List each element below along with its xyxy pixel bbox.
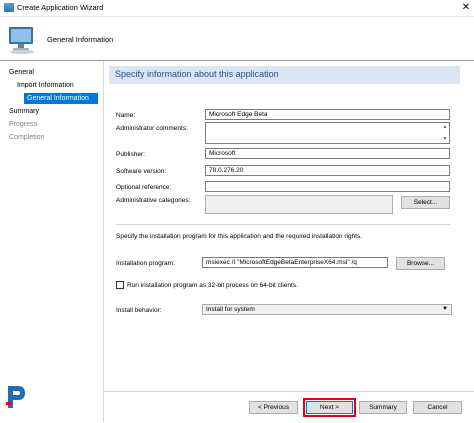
- run-32bit-label: Run installation program as 32-bit proce…: [127, 282, 298, 289]
- close-icon[interactable]: ✕: [460, 1, 472, 14]
- admin-comments-field[interactable]: [205, 122, 450, 144]
- header-subtitle: General Information: [47, 35, 114, 44]
- computer-wizard-icon: [9, 27, 34, 54]
- publisher-field[interactable]: Microsoft: [205, 148, 450, 159]
- section-divider: [116, 224, 450, 225]
- install-instructions-text: Specify the installation program for thi…: [116, 233, 363, 240]
- publisher-label: Publisher:: [116, 151, 145, 158]
- step-import-information[interactable]: Import Information: [17, 80, 74, 91]
- page-heading: Specify information about this applicati…: [115, 69, 279, 79]
- select-categories-button[interactable]: Select...: [401, 196, 450, 209]
- install-behavior-select[interactable]: Install for system ▼: [202, 304, 452, 315]
- admin-categories-field[interactable]: [205, 195, 393, 214]
- step-progress: Progress: [9, 121, 38, 128]
- scroll-up-icon[interactable]: ▲: [441, 123, 449, 131]
- wizard-header: General Information: [0, 17, 474, 61]
- step-general[interactable]: General: [9, 67, 34, 78]
- name-label: Name:: [116, 112, 136, 119]
- main-content: Specify information about this applicati…: [104, 61, 460, 391]
- page-banner: Specify information about this applicati…: [109, 66, 460, 84]
- optional-reference-field[interactable]: [205, 181, 450, 192]
- install-behavior-value: Install for system: [206, 306, 255, 313]
- window-title: Create Application Wizard: [17, 3, 104, 12]
- admin-comments-label: Administrator comments:: [116, 125, 188, 132]
- summary-button[interactable]: Summary: [359, 401, 407, 414]
- optional-reference-label: Optional reference:: [116, 184, 172, 191]
- step-general-information[interactable]: General Information: [24, 93, 98, 104]
- browse-button[interactable]: Browse...: [396, 257, 445, 270]
- title-bar: Create Application Wizard ✕: [0, 0, 474, 17]
- admin-categories-label: Administrative categories:: [116, 197, 191, 204]
- wizard-steps-sidebar: General Import Information General Infor…: [0, 61, 104, 422]
- installation-program-field[interactable]: msiexec /I "MicrosoftEdgeBetaEnterpriseX…: [202, 257, 388, 268]
- step-completion: Completion: [9, 134, 45, 141]
- brand-logo-icon: [6, 386, 25, 408]
- app-window-icon: [4, 3, 14, 12]
- software-version-field[interactable]: 78.0.276.20: [205, 165, 450, 176]
- cancel-button[interactable]: Cancel: [413, 401, 462, 414]
- installation-program-label: Installation program:: [116, 260, 175, 267]
- chevron-down-icon: ▼: [442, 306, 448, 312]
- software-version-label: Software version:: [116, 168, 167, 175]
- previous-button[interactable]: < Previous: [249, 401, 298, 414]
- scroll-down-icon[interactable]: ▼: [441, 135, 449, 143]
- name-field[interactable]: Microsoft Edge Beta: [205, 109, 450, 120]
- wizard-footer: < Previous Next > Summary Cancel: [104, 391, 474, 423]
- next-button[interactable]: Next >: [306, 401, 353, 414]
- step-summary[interactable]: Summary: [9, 106, 39, 117]
- install-behavior-label: Install behavior:: [116, 307, 162, 314]
- run-32bit-checkbox[interactable]: [116, 281, 124, 289]
